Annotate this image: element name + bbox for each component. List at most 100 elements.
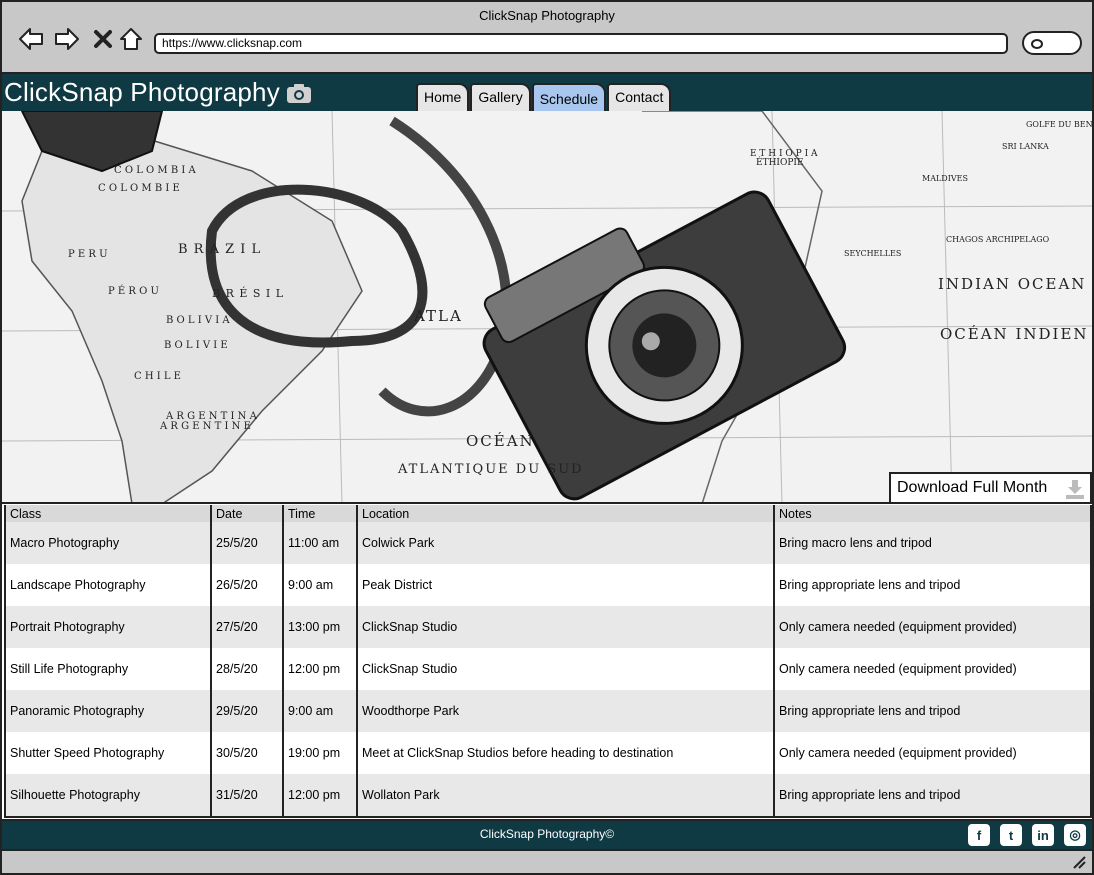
cell-class: Still Life Photography [6,648,212,690]
cell-notes: Bring macro lens and tripod [774,522,1090,564]
table-row[interactable]: Macro Photography 25/5/20 11:00 am Colwi… [6,522,1090,564]
cell-time: 19:00 pm [283,732,358,774]
cell-time: 13:00 pm [283,606,358,648]
cell-time: 9:00 am [283,564,358,606]
forward-icon[interactable] [52,24,82,54]
window-title: ClickSnap Photography [479,8,615,23]
cell-time: 12:00 pm [283,774,358,816]
download-button-label: Download Full Month [897,479,1048,496]
map-label: ATLANTIQUE DU SUD [397,462,584,477]
column-header-class[interactable]: Class [6,505,212,522]
browser-toolbar: ClickSnap Photography https://www.clicks… [2,2,1092,74]
cell-location: Woodthorpe Park [357,690,775,732]
cell-time: 12:00 pm [283,648,358,690]
tab-schedule[interactable]: Schedule [531,83,607,113]
cell-notes: Bring appropriate lens and tripod [774,564,1090,606]
map-label: B R É S I L [212,286,284,300]
map-label: ÉTHIOPIE [756,156,804,168]
map-label: OCÉAN [466,432,535,450]
tab-contact[interactable]: Contact [607,83,672,111]
table-row[interactable]: Still Life Photography 28/5/20 12:00 pm … [6,648,1090,690]
cell-notes: Only camera needed (equipment provided) [774,648,1090,690]
camera-icon [286,83,311,103]
cell-location: ClickSnap Studio [357,648,775,690]
footer-copyright: ClickSnap Photography© [479,827,615,841]
map-label: A R G E N T I N E [159,421,251,432]
column-header-notes[interactable]: Notes [774,505,1090,522]
tab-gallery[interactable]: Gallery [470,83,531,111]
map-label: ATLA [413,307,463,325]
cell-location: Colwick Park [357,522,775,564]
map-label: C O L O M B I E [98,183,180,194]
cell-location: Wollaton Park [357,774,775,816]
cell-class: Shutter Speed Photography [6,732,212,774]
cell-class: Panoramic Photography [6,690,212,732]
map-label: P E R U [68,249,108,260]
cell-class: Silhouette Photography [6,774,212,816]
url-field[interactable]: https://www.clicksnap.com [154,33,1008,54]
home-icon[interactable] [116,24,146,54]
download-icon [1066,480,1084,499]
resize-grip-icon[interactable] [1072,855,1086,869]
site-header: ClickSnap Photography Home Gallery Sched… [2,74,1092,113]
column-header-date[interactable]: Date [211,505,284,522]
cell-date: 28/5/20 [211,648,284,690]
search-icon [1031,39,1043,49]
map-label: C O L O M B I A [114,165,196,176]
download-full-month-button[interactable]: Download Full Month [889,472,1092,502]
cell-date: 30/5/20 [211,732,284,774]
table-row[interactable]: Silhouette Photography 31/5/20 12:00 pm … [6,774,1090,816]
browser-search-button[interactable] [1022,31,1082,55]
twitter-icon[interactable]: t [1000,824,1022,846]
map-label: B O L I V I E [164,340,228,351]
site-nav-tabs: Home Gallery Schedule Contact [416,83,672,113]
cell-date: 29/5/20 [211,690,284,732]
map-label: OCÉAN INDIEN [940,325,1089,343]
map-label: SEYCHELLES [844,249,901,258]
table-row[interactable]: Portrait Photography 27/5/20 13:00 pm Cl… [6,606,1090,648]
schedule-table: Class Date Time Location Notes Macro Pho… [4,505,1092,818]
brand-name: ClickSnap Photography [4,77,280,107]
map-label: P É R O U [108,285,159,297]
hero-image: INDIAN OCEAN OCÉAN INDIEN OCÉAN ATLANTIQ… [2,111,1092,504]
cell-location: Meet at ClickSnap Studios before heading… [357,732,775,774]
browser-window: ClickSnap Photography https://www.clicks… [0,0,1094,875]
back-icon[interactable] [16,24,46,54]
cell-notes: Only camera needed (equipment provided) [774,732,1090,774]
facebook-icon[interactable]: f [968,824,990,846]
cell-location: ClickSnap Studio [357,606,775,648]
cell-time: 9:00 am [283,690,358,732]
map-label: SRI LANKA [1002,142,1049,151]
map-label: C H I L E [134,371,181,382]
cell-time: 11:00 am [283,522,358,564]
tab-home[interactable]: Home [416,83,470,111]
social-links: f t in ◎ [968,824,1086,846]
cell-notes: Only camera needed (equipment provided) [774,606,1090,648]
site-footer: ClickSnap Photography© f t in ◎ [2,819,1092,849]
cell-class: Macro Photography [6,522,212,564]
map-label: CHAGOS ARCHIPELAGO [946,235,1050,244]
browser-status-bar [2,849,1092,873]
table-row[interactable]: Panoramic Photography 29/5/20 9:00 am Wo… [6,690,1090,732]
close-icon[interactable] [88,24,118,54]
cell-class: Landscape Photography [6,564,212,606]
linkedin-icon[interactable]: in [1032,824,1054,846]
map-label: GOLFE DU BENGALE [1026,120,1092,129]
site-logo[interactable]: ClickSnap Photography [4,77,312,108]
map-label: INDIAN OCEAN [938,275,1086,293]
table-row[interactable]: Shutter Speed Photography 30/5/20 19:00 … [6,732,1090,774]
table-header-row: Class Date Time Location Notes [6,505,1090,522]
map-label: B O L I V I A [166,315,230,326]
map-label: B R A Z I L [178,242,261,257]
column-header-location[interactable]: Location [357,505,775,522]
instagram-icon[interactable]: ◎ [1064,824,1086,846]
map-label: MALDIVES [922,174,968,183]
cell-date: 25/5/20 [211,522,284,564]
cell-date: 26/5/20 [211,564,284,606]
cell-date: 31/5/20 [211,774,284,816]
cell-location: Peak District [357,564,775,606]
cell-notes: Bring appropriate lens and tripod [774,690,1090,732]
cell-class: Portrait Photography [6,606,212,648]
table-row[interactable]: Landscape Photography 26/5/20 9:00 am Pe… [6,564,1090,606]
column-header-time[interactable]: Time [283,505,358,522]
